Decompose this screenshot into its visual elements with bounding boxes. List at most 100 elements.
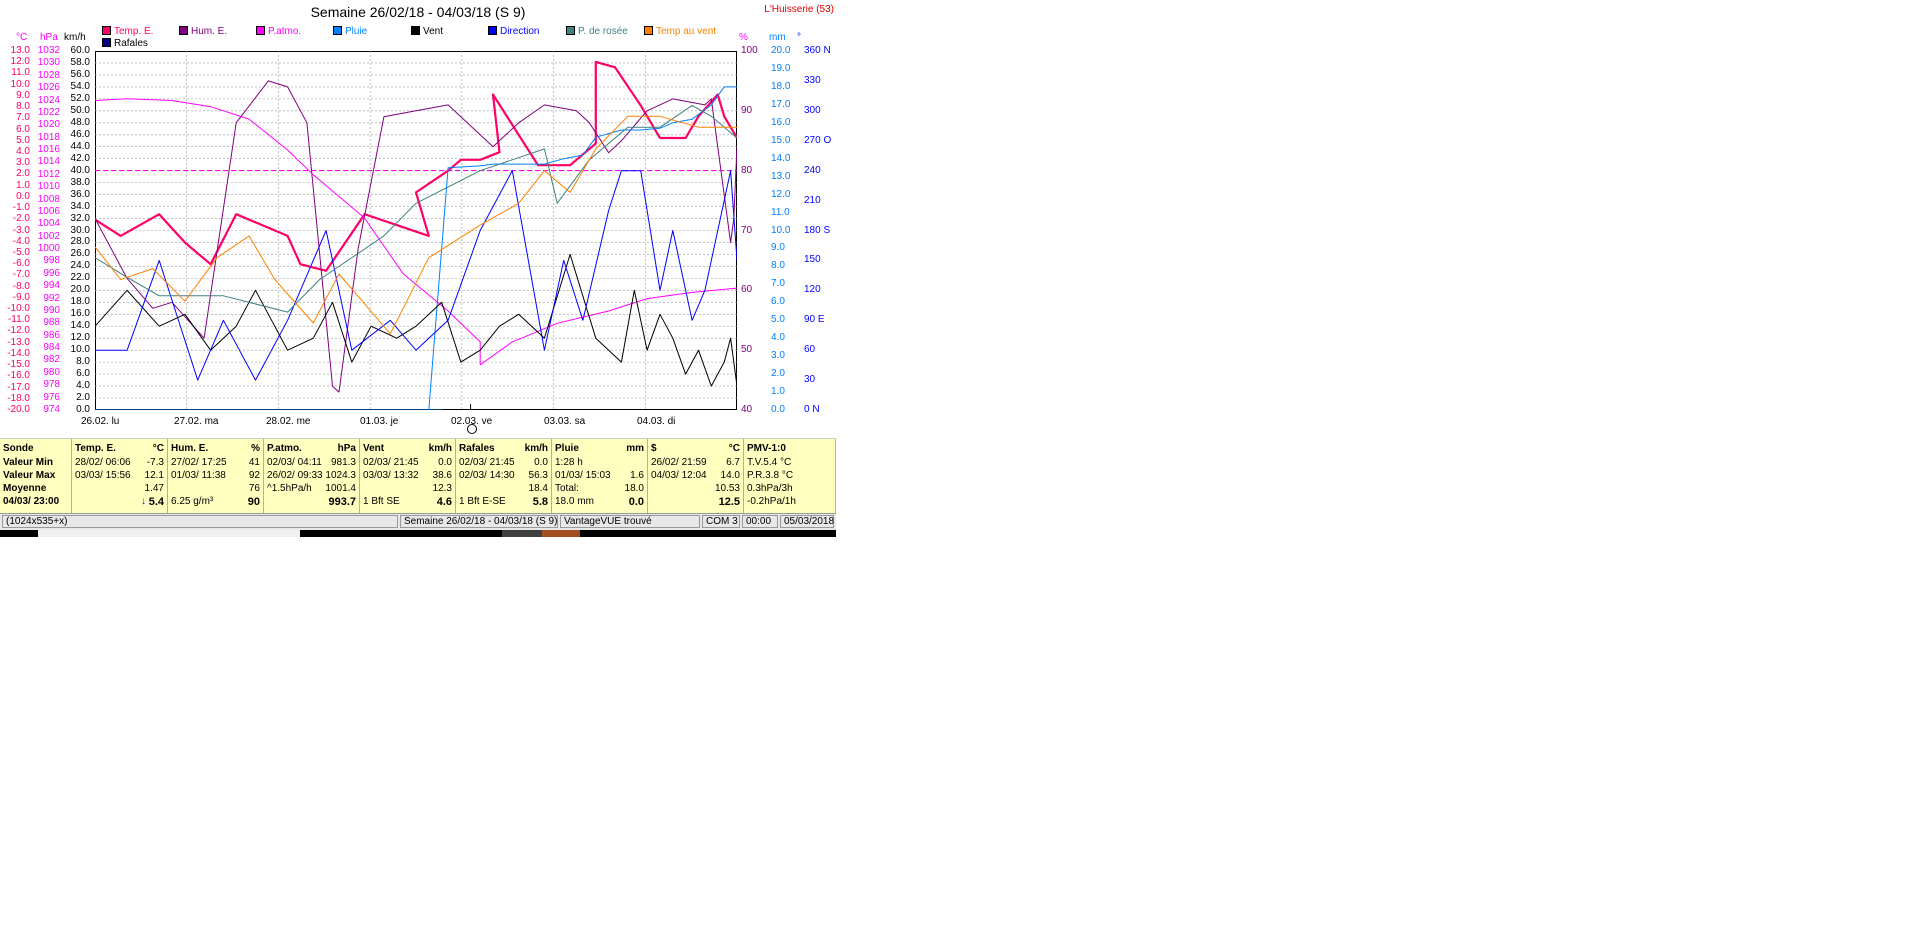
panel-row-date: 02/03/ 21:45 <box>459 457 515 468</box>
press-tick-label: 1030 <box>37 57 60 69</box>
press-tick-label: 990 <box>43 304 60 316</box>
legend-item[interactable]: P. de rosée <box>566 26 628 37</box>
wind-tick-label: 54.0 <box>70 80 90 92</box>
legend-item[interactable]: Direction <box>488 26 539 37</box>
panel-row: 01/03/ 15:03 1.6 <box>555 470 644 483</box>
panel-column: Sonde Valeur Min Valeur Max Moyenne 04/03/ 2… <box>0 439 72 513</box>
wind-tick-label: 4.0 <box>76 380 90 392</box>
wind-tick-label: 42.0 <box>70 152 90 164</box>
panel-row-date: 03/03/ 15:56 <box>75 470 131 481</box>
cursor-handle-icon[interactable] <box>467 424 477 434</box>
panel-header-label: Pluie <box>555 443 579 454</box>
press-tick-label: 980 <box>43 366 60 378</box>
temp-tick-label: -7.0 <box>12 269 30 281</box>
press-tick-label: 996 <box>43 267 60 279</box>
legend-item[interactable]: Vent <box>411 26 443 37</box>
panel-row: 993.7 <box>267 496 356 509</box>
rain-tick-label: 1.0 <box>771 386 785 398</box>
panel-row-date: 1 Bft SE <box>363 496 400 507</box>
panel-row: 18.0 mm 0.0 <box>555 496 644 509</box>
panel-row-value: 92 <box>248 470 260 481</box>
panel-header-unit: km/h <box>524 443 548 454</box>
hum-tick-label: 80 <box>741 164 753 176</box>
panel-column-header: Pluie mm <box>555 443 644 456</box>
taskbar-scroll-track[interactable] <box>38 530 300 537</box>
legend-label: Vent <box>423 26 444 37</box>
panel-row-date: 02/03/ 14:30 <box>459 470 515 481</box>
panel-row-label: Valeur Min <box>3 457 54 468</box>
dir-tick-label: 90 E <box>804 314 825 326</box>
panel-row: 02/03/ 21:45 0.0 <box>363 457 452 470</box>
panel-column: Vent km/h 02/03/ 21:45 0.0 03/03/ 13:32 38.6 1… <box>360 439 456 513</box>
press-tick-label: 1000 <box>37 243 60 255</box>
dir-tick-label: 270 O <box>804 134 832 146</box>
legend-item[interactable]: Rafales <box>102 38 148 49</box>
wind-tick-label: 40.0 <box>70 164 90 176</box>
panel-row: 18.4 <box>459 483 548 496</box>
legend-label: Temp au vent <box>656 26 717 37</box>
temp-tick-label: 6.0 <box>16 123 30 135</box>
press-tick-label: 978 <box>43 379 60 391</box>
panel-row-value: 41 <box>248 457 260 468</box>
rain-tick-label: 19.0 <box>771 62 791 74</box>
wind-tick-label: 50.0 <box>70 104 90 116</box>
panel-row-value: 5.4 <box>148 496 164 508</box>
panel-column-header: $ °C <box>651 443 740 456</box>
panel-row-value: 1024.3 <box>325 470 356 481</box>
panel-row-value: 993.7 <box>328 496 356 508</box>
legend-label: Rafales <box>114 38 148 49</box>
chart-plot-area <box>95 51 737 410</box>
panel-row-label: 0.3hPa/3h <box>747 483 793 494</box>
legend-swatch-icon <box>256 26 265 35</box>
panel-row-value: 14.0 <box>720 470 740 481</box>
panel-row-date: 04/03/ 12:04 <box>651 470 707 481</box>
panel-row-date: 1 Bft E-SE <box>459 496 506 507</box>
temp-tick-label: -4.0 <box>12 235 30 247</box>
wind-tick-label: 0.0 <box>76 404 90 415</box>
legend-item[interactable]: Hum. E. <box>179 26 227 37</box>
hum-tick-label: 70 <box>741 224 753 236</box>
panel-row-date: 1:28 h <box>555 457 583 468</box>
panel-row-date: 26/02/ 21:59 <box>651 457 707 468</box>
stats-panel: Sonde Valeur Min Valeur Max Moyenne 04/03/ 2… <box>0 438 836 513</box>
panel-row: 1 Bft SE 4.6 <box>363 496 452 509</box>
panel-row-value: 56.3 <box>528 470 548 481</box>
press-tick-label: 974 <box>43 404 60 415</box>
panel-row-date: Total: <box>555 483 579 494</box>
legend-item[interactable]: Temp au vent <box>644 26 716 37</box>
panel-row-date: 01/03/ 15:03 <box>555 470 611 481</box>
legend-item[interactable]: Pluie <box>333 26 367 37</box>
legend-label: Direction <box>500 26 540 37</box>
legend-swatch-icon <box>179 26 188 35</box>
legend-item[interactable]: P.atmo. <box>256 26 301 37</box>
panel-row-value: 18.0 <box>624 483 644 494</box>
panel-row-value: -7.3 <box>146 457 164 468</box>
temp-tick-label: -11.0 <box>7 314 30 326</box>
rain-tick-label: 4.0 <box>771 332 785 344</box>
temp-tick-label: -14.0 <box>7 347 30 359</box>
panel-row: 1 Bft E-SE 5.8 <box>459 496 548 509</box>
rain-tick-label: 5.0 <box>771 314 785 326</box>
wind-tick-label: 8.0 <box>76 356 90 368</box>
dir-tick-label: 300 <box>804 104 821 116</box>
press-tick-label: 986 <box>43 329 60 341</box>
rain-tick-label: 6.0 <box>771 296 785 308</box>
press-tick-label: 1018 <box>37 131 60 143</box>
trend-down-arrow-icon: ↓ <box>141 496 146 507</box>
press-tick-label: 988 <box>43 317 60 329</box>
panel-row: -0.2hPa/1h <box>747 496 832 509</box>
status-resolution: (1024x535+x) <box>2 515 398 528</box>
panel-row: 02/03/ 14:30 56.3 <box>459 470 548 483</box>
panel-row: 12.3 <box>363 483 452 496</box>
temp-tick-label: -6.0 <box>12 258 30 270</box>
press-tick-label: 1016 <box>37 144 60 156</box>
panel-column-header: P.atmo. hPa <box>267 443 356 456</box>
press-tick-label: 982 <box>43 354 60 366</box>
wind-tick-label: 30.0 <box>70 224 90 236</box>
temp-tick-label: -15.0 <box>7 359 30 371</box>
wind-tick-label: 12.0 <box>70 332 90 344</box>
panel-row: 01/03/ 11:38 92 <box>171 470 260 483</box>
panel-row-value: 5.8 <box>532 496 548 508</box>
press-tick-label: 1010 <box>37 181 60 193</box>
legend-item[interactable]: Temp. E. <box>102 26 153 37</box>
